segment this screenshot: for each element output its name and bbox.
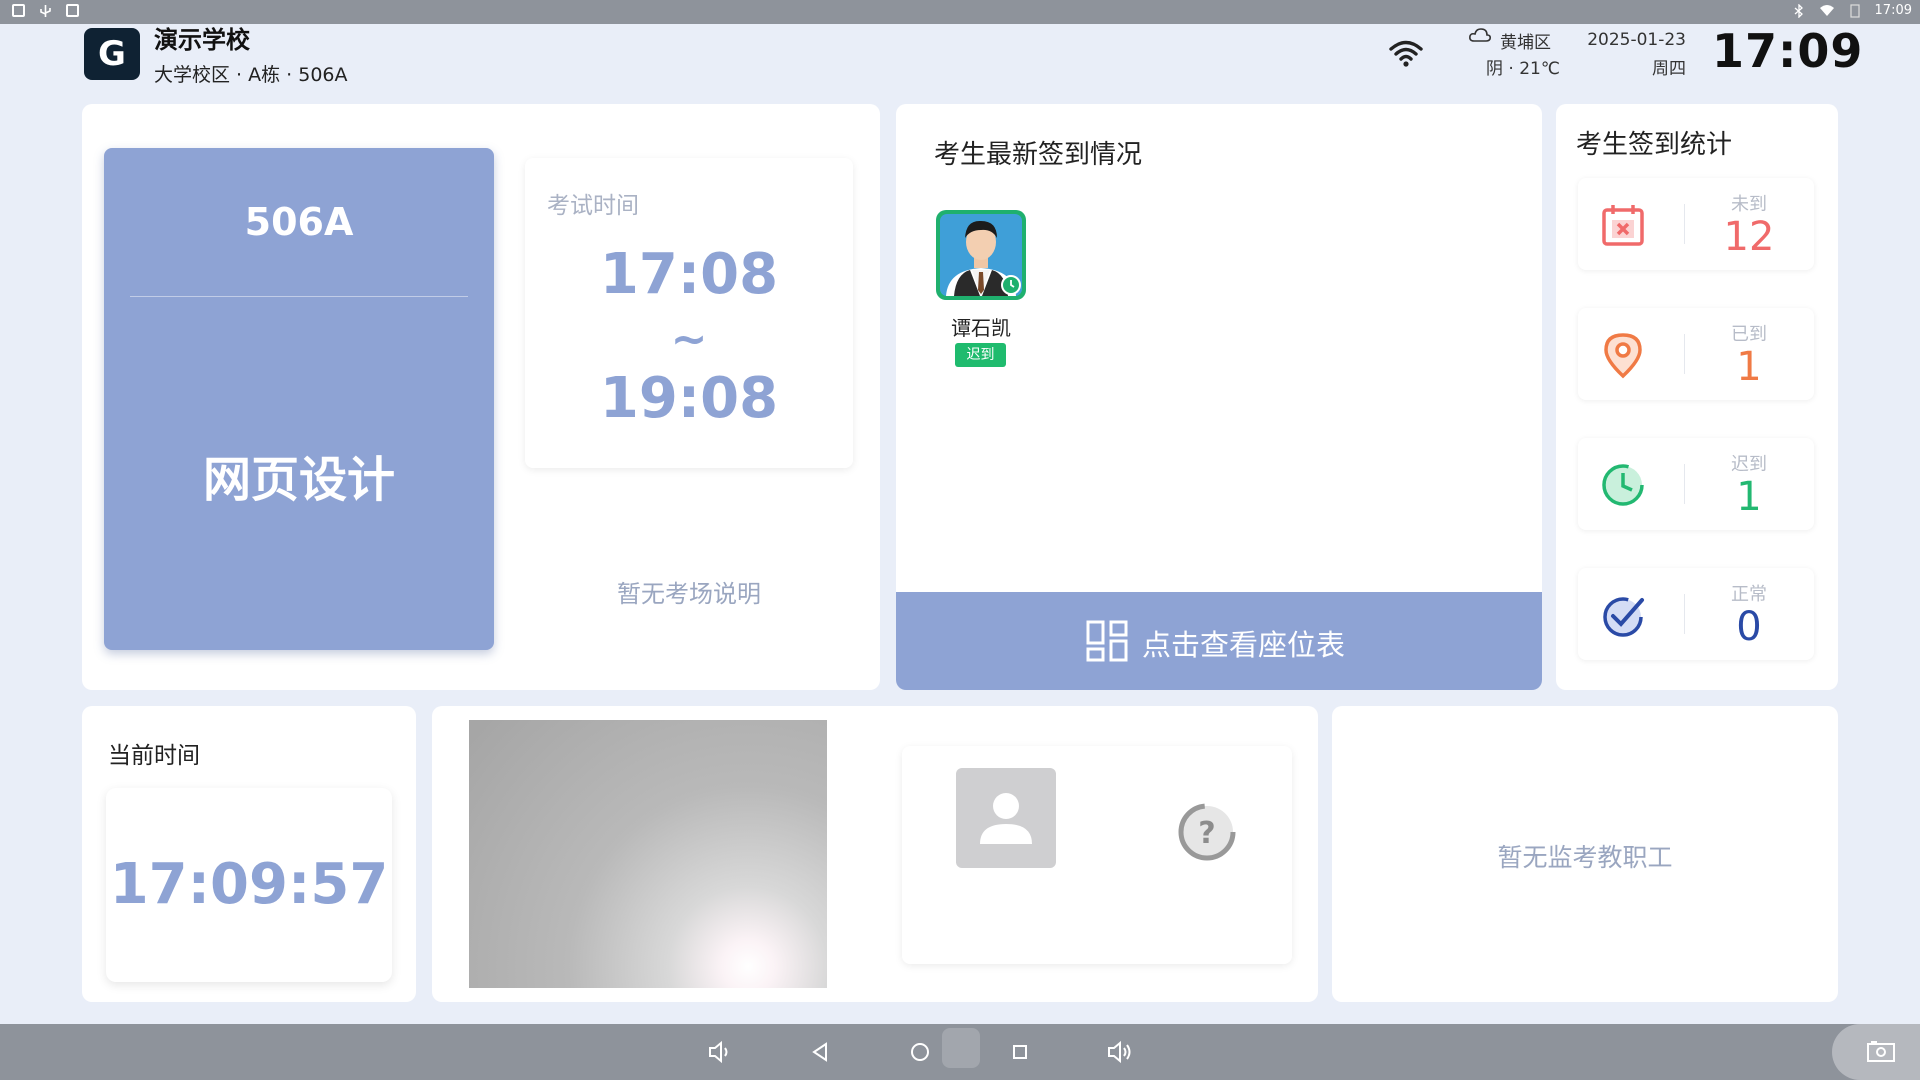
stat-normal-value: 0 xyxy=(1736,604,1762,650)
notification-icons xyxy=(12,4,79,17)
invigilator-empty: 暂无监考教职工 xyxy=(1497,843,1673,872)
seat-chart-label: 点击查看座位表 xyxy=(1142,628,1346,662)
stat-late-value: 1 xyxy=(1736,474,1762,520)
floating-button[interactable] xyxy=(942,1028,980,1068)
seat-grid-icon xyxy=(1086,620,1128,662)
stat-normal-label: 正常 xyxy=(1731,584,1767,605)
wifi-status-icon xyxy=(1819,4,1834,16)
room-code: 506A xyxy=(244,200,354,244)
room-panel: 506A 网页设计 xyxy=(104,148,494,650)
check-badge-icon xyxy=(1603,597,1644,637)
stat-arrived-value: 1 xyxy=(1736,344,1762,390)
recents-icon[interactable] xyxy=(1006,1038,1034,1066)
stat-normal: 正常 0 xyxy=(1578,568,1814,660)
weather-info: 阴 · 21℃ xyxy=(1486,59,1560,79)
stat-absent-label: 未到 xyxy=(1731,194,1767,215)
current-time-value: 17:09:57 xyxy=(109,852,389,917)
volume-down-icon[interactable] xyxy=(706,1038,734,1066)
exam-time-label: 考试时间 xyxy=(547,193,639,219)
exam-subject: 网页设计 xyxy=(202,452,395,508)
exam-time-box: 考试时间 17:08 ~ 19:08 xyxy=(525,158,853,468)
calendar-x-icon xyxy=(1602,205,1644,246)
weather-district: 黄埔区 xyxy=(1500,33,1551,53)
stat-arrived-label: 已到 xyxy=(1731,324,1767,345)
battery-icon xyxy=(1849,3,1860,18)
room-note: 暂无考场说明 xyxy=(617,580,761,608)
home-icon[interactable] xyxy=(906,1038,934,1066)
volume-up-icon[interactable] xyxy=(1106,1038,1134,1066)
stat-late: 迟到 1 xyxy=(1578,438,1814,530)
school-location: 大学校区 · A栋 · 506A xyxy=(154,64,348,86)
student-photo-icon xyxy=(940,214,1022,296)
current-time-label: 当前时间 xyxy=(108,743,200,769)
student-name: 谭石凯 xyxy=(951,316,1011,340)
screenshot-button[interactable] xyxy=(1832,1024,1920,1080)
face-recognition-box: ? xyxy=(902,746,1292,964)
room-divider xyxy=(130,296,468,297)
user-silhouette-icon xyxy=(980,793,1032,844)
exam-start-time: 17:08 xyxy=(599,242,779,307)
stat-absent-value: 12 xyxy=(1723,214,1775,260)
bluetooth-icon xyxy=(1794,3,1803,18)
font-notification-icon xyxy=(66,4,79,17)
checkin-title: 考生最新签到情况 xyxy=(934,140,1143,170)
header-weekday: 周四 xyxy=(1652,59,1686,79)
current-time-box: 17:09:57 xyxy=(106,788,392,982)
system-nav-bar xyxy=(0,1024,1920,1080)
unknown-status-icon: ? xyxy=(1178,803,1236,861)
back-icon[interactable] xyxy=(806,1038,834,1066)
usb-icon xyxy=(39,4,52,17)
header-date: 2025-01-23 xyxy=(1587,30,1686,50)
face-avatar-placeholder xyxy=(956,768,1056,868)
school-name: 演示学校 xyxy=(154,26,250,54)
student-status-badge: 迟到 xyxy=(955,343,1006,367)
exam-end-time: 19:08 xyxy=(599,366,779,431)
screenshot-icon xyxy=(1867,1041,1895,1062)
timer-icon xyxy=(1602,464,1644,506)
school-logo: G xyxy=(84,28,140,80)
camera-preview xyxy=(469,720,827,988)
stats-title: 考生签到统计 xyxy=(1576,130,1733,160)
stat-absent: 未到 12 xyxy=(1578,178,1814,270)
header-clock: 17:09 xyxy=(1712,24,1864,78)
view-seat-chart-button[interactable]: 点击查看座位表 xyxy=(896,592,1542,690)
stat-arrived: 已到 1 xyxy=(1578,308,1814,400)
exam-time-separator: ~ xyxy=(670,314,708,365)
gallery-icon xyxy=(12,4,25,17)
student-avatar[interactable] xyxy=(936,210,1026,300)
status-bar: 17:09 xyxy=(0,0,1920,24)
status-time: 17:09 xyxy=(1874,3,1912,18)
stat-late-label: 迟到 xyxy=(1731,454,1767,475)
cloud-icon xyxy=(1469,28,1491,42)
location-pin-icon xyxy=(1604,333,1642,379)
svg-text:?: ? xyxy=(1198,816,1215,851)
wifi-icon xyxy=(1389,40,1423,67)
